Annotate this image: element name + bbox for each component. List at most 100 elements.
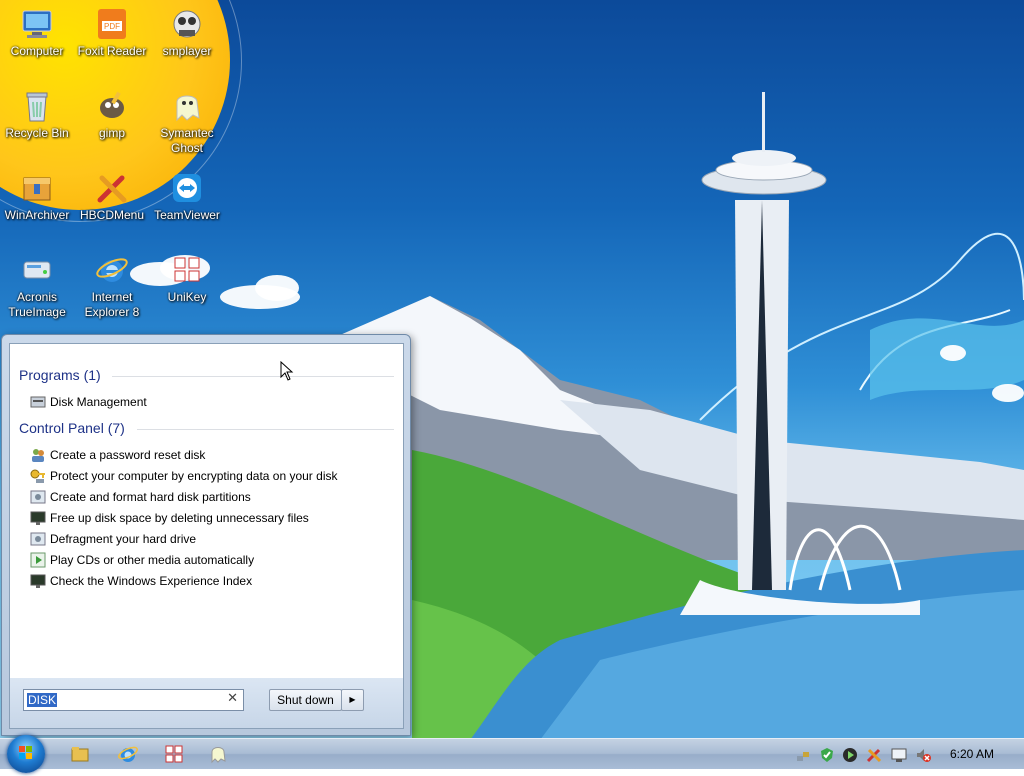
- result-label: Check the Windows Experience Index: [50, 574, 253, 588]
- windows-logo-icon: [19, 746, 32, 759]
- desktop-icon-unikey[interactable]: UniKey: [148, 252, 226, 305]
- wallpaper-cloud: [255, 275, 299, 301]
- taskbar: 6:20 AM: [0, 735, 1024, 773]
- result-autoplay[interactable]: Play CDs or other media automatically: [30, 550, 254, 570]
- explorer-icon: [71, 747, 89, 762]
- taskbar-unikey-button[interactable]: [164, 744, 184, 764]
- desktop-icon-internet-explorer[interactable]: Internet Explorer 8: [73, 252, 151, 320]
- taskbar-explorer-button[interactable]: [70, 744, 90, 764]
- result-label: Create a password reset disk: [50, 448, 206, 462]
- monitor-icon: [30, 510, 46, 526]
- group-divider: [137, 429, 394, 430]
- result-encrypt-disk[interactable]: Protect your computer by encrypting data…: [30, 466, 337, 486]
- shutdown-button[interactable]: Shut down: [269, 689, 342, 711]
- gimp-icon: [94, 88, 130, 124]
- desktop-icon-label: gimp: [98, 126, 125, 140]
- arrow-right-icon: ▶: [349, 695, 356, 704]
- desktop-icon-winarchiver[interactable]: WinArchiver: [0, 170, 76, 223]
- result-label: Protect your computer by encrypting data…: [50, 469, 338, 483]
- remote-control-icon: [169, 170, 205, 206]
- key-icon: [30, 468, 46, 484]
- wallpaper-cloud: [940, 345, 966, 361]
- result-format-partitions[interactable]: Create and format hard disk partitions: [30, 487, 251, 507]
- shutdown-options-button[interactable]: ▶: [341, 689, 364, 711]
- group-divider: [112, 376, 394, 377]
- admin-tools-icon: [30, 531, 46, 547]
- desktop-icon-label: Symantec Ghost: [160, 126, 214, 155]
- network-icon: [797, 752, 809, 761]
- start-menu: Programs (1) Disk Management Control Pan…: [1, 334, 411, 736]
- internet-explorer-icon: [118, 746, 138, 762]
- monitor-icon: [30, 573, 46, 589]
- result-label: Disk Management: [50, 395, 147, 409]
- desktop-icon-label: HBCDMenu: [79, 208, 145, 222]
- result-disk-management[interactable]: Disk Management: [30, 392, 147, 412]
- desktop-icon-label: Recycle Bin: [5, 126, 69, 140]
- tray-network[interactable]: [795, 747, 811, 763]
- start-button[interactable]: [7, 735, 45, 773]
- desktop-icon-label: TeamViewer: [154, 208, 220, 222]
- desktop-icon-foxit-reader[interactable]: PDF Foxit Reader: [73, 6, 151, 59]
- tray-tools[interactable]: [866, 747, 882, 763]
- mouse-cursor-icon: [280, 361, 294, 381]
- desktop-icon-label: Computer: [10, 44, 64, 58]
- volume-muted-icon: [917, 749, 931, 762]
- users-icon: [30, 447, 46, 463]
- search-area: DISK ✕ Shut down ▶: [9, 678, 404, 729]
- recycle-bin-icon: [19, 88, 55, 124]
- pdf-reader-icon: PDF: [94, 6, 130, 42]
- desktop-icon-label: smplayer: [162, 44, 212, 58]
- desktop-icon-acronis-trueimage[interactable]: Acronis TrueImage: [0, 252, 76, 320]
- tray-security[interactable]: [819, 747, 835, 763]
- group-header-control-panel[interactable]: Control Panel (7): [19, 420, 125, 436]
- desktop-icon-hbcdmenu[interactable]: HBCDMenu: [73, 170, 151, 223]
- desktop-icon-recycle-bin[interactable]: Recycle Bin: [0, 88, 76, 141]
- result-label: Free up disk space by deleting unnecessa…: [50, 511, 309, 525]
- search-results-pane: Programs (1) Disk Management Control Pan…: [9, 343, 404, 680]
- taskbar-internet-explorer-button[interactable]: [118, 744, 138, 764]
- desktop-icon-label: Foxit Reader: [77, 44, 147, 58]
- media-play-icon: [843, 748, 857, 762]
- result-label: Play CDs or other media automatically: [50, 553, 255, 567]
- tools-icon: [94, 170, 130, 206]
- display-icon: [891, 748, 907, 762]
- result-defragment[interactable]: Defragment your hard drive: [30, 529, 196, 549]
- taskbar-ghost-button[interactable]: [208, 744, 228, 764]
- search-text: DISK: [27, 693, 58, 707]
- tray-volume[interactable]: [915, 747, 931, 763]
- search-input[interactable]: DISK ✕: [23, 689, 244, 711]
- internet-explorer-icon: [94, 252, 130, 288]
- desktop-icon-teamviewer[interactable]: TeamViewer: [148, 170, 226, 223]
- group-header-programs[interactable]: Programs (1): [19, 367, 101, 383]
- desktop-icon-label: UniKey: [167, 290, 207, 304]
- tray-display[interactable]: [891, 747, 907, 763]
- admin-tools-icon: [30, 489, 46, 505]
- tray-media-play[interactable]: [842, 747, 858, 763]
- backup-icon: [19, 252, 55, 288]
- archive-icon: [19, 170, 55, 206]
- unikey-icon: [165, 745, 183, 763]
- wallpaper-cloud: [992, 384, 1024, 402]
- desktop-icon-gimp[interactable]: gimp: [73, 88, 151, 141]
- close-icon[interactable]: ✕: [227, 691, 238, 706]
- result-disk-cleanup[interactable]: Free up disk space by deleting unnecessa…: [30, 508, 309, 528]
- desktop-icon-label: Acronis TrueImage: [8, 290, 66, 319]
- desktop-icon-label: Internet Explorer 8: [84, 290, 140, 319]
- result-label: Create and format hard disk partitions: [50, 490, 251, 504]
- ghost-icon: [211, 747, 226, 764]
- ghost-icon: [169, 88, 205, 124]
- desktop-icon-label: WinArchiver: [4, 208, 70, 222]
- desktop-icon-symantec-ghost[interactable]: Symantec Ghost: [148, 88, 226, 156]
- result-experience-index[interactable]: Check the Windows Experience Index: [30, 571, 252, 591]
- clock[interactable]: 6:20 AM: [942, 747, 1002, 761]
- desktop-icon-computer[interactable]: Computer: [0, 6, 76, 59]
- result-password-reset-disk[interactable]: Create a password reset disk: [30, 445, 205, 465]
- desktop-icon-smplayer[interactable]: smplayer: [148, 6, 226, 59]
- tools-icon: [866, 748, 882, 763]
- result-label: Defragment your hard drive: [50, 532, 197, 546]
- computer-icon: [19, 6, 55, 42]
- disk-management-icon: [30, 394, 46, 410]
- media-player-icon: [169, 6, 205, 42]
- security-icon: [821, 748, 833, 762]
- svg-text:PDF: PDF: [104, 22, 120, 31]
